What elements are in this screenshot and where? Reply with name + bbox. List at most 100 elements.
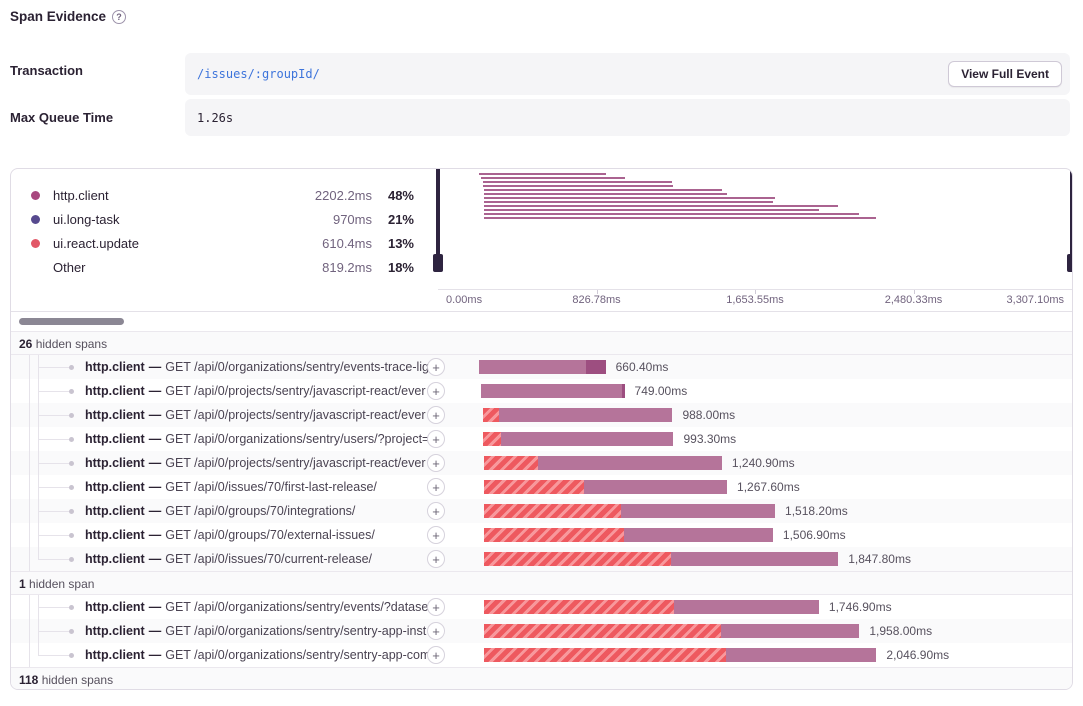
tree-branch-line [38,547,39,559]
page-title: Span Evidence ? [10,9,126,24]
legend-percentage: 18% [372,260,414,275]
tree-connector-line [38,559,69,560]
span-op-label: http.client [85,624,145,638]
tree-node-dot [69,389,74,394]
scrollbar-thumb[interactable] [19,318,124,325]
span-op-label: http.client [85,552,145,566]
span-title: http.client—GET /api/0/organizations/sen… [85,643,437,667]
hidden-spans-text: hidden span [26,577,95,591]
minimap-span-bar [484,205,838,207]
span-separator: — [149,360,162,374]
page-title-text: Span Evidence [10,9,106,24]
legend-label: Other [53,260,262,275]
span-bar-hatched-segment [484,504,621,518]
span-duration-bar [483,432,673,446]
span-separator: — [149,528,162,542]
span-duration-label: 1,847.80ms [848,547,911,571]
tree-node-dot [69,533,74,538]
tree-connector-line [38,631,69,632]
legend-item: http.client 2202.2ms 48% [31,183,414,207]
span-row: http.client—GET /api/0/projects/sentry/j… [11,451,1072,475]
span-timeline: 988.00ms [438,403,1072,427]
tree-node-dot [69,557,74,562]
chart-header: http.client 2202.2ms 48% ui.long-task 97… [11,169,1072,289]
span-row: http.client—GET /api/0/organizations/sen… [11,355,1072,379]
span-duration-bar [481,384,625,398]
help-icon[interactable]: ? [112,10,126,24]
span-op-label: http.client [85,648,145,662]
span-list: 26 hidden spans http.client—GET /api/0/o… [11,331,1072,690]
tree-connector-line [38,535,69,536]
tree-guide-line [29,403,30,427]
span-op-legend: http.client 2202.2ms 48% ui.long-task 97… [11,169,438,289]
view-full-event-button[interactable]: View Full Event [948,61,1062,87]
span-duration-label: 749.00ms [635,379,688,403]
tree-node-dot [69,653,74,658]
transaction-value-box: /issues/:groupId/ View Full Event [185,53,1070,95]
tree-node-dot [69,365,74,370]
span-separator: — [149,624,162,638]
legend-dot [31,215,40,224]
hidden-spans-row[interactable]: 118 hidden spans [11,667,1072,690]
span-timeline: 1,958.00ms [438,619,1072,643]
axis-tick-label: 826.78ms [572,294,620,306]
span-row: http.client—GET /api/0/organizations/sen… [11,595,1072,619]
span-bar-hatched-segment [484,480,584,494]
span-separator: — [149,384,162,398]
span-separator: — [149,552,162,566]
tree-connector-line [38,463,69,464]
span-title: http.client—GET /api/0/projects/sentry/j… [85,379,437,403]
tree-guide-line [29,451,30,475]
minimap-right-handle[interactable] [1070,169,1073,272]
span-separator: — [149,600,162,614]
legend-percentage: 13% [372,236,414,251]
span-timeline: 993.30ms [438,427,1072,451]
legend-label: http.client [53,188,262,203]
minimap-right-grip[interactable] [1067,254,1073,272]
tree-node-dot [69,413,74,418]
span-duration-label: 1,746.90ms [829,595,892,619]
timeline-axis: 0.00ms 826.78ms 1,653.55ms 2,480.33ms 3,… [438,289,1072,311]
span-title: http.client—GET /api/0/issues/70/current… [85,547,437,571]
minimap-span-bar [483,181,672,183]
transaction-label: Transaction [10,63,83,78]
span-bar-dark-end-segment [586,360,606,374]
legend-dot [31,191,40,200]
span-row: http.client—GET /api/0/issues/70/first-l… [11,475,1072,499]
span-bar-hatched-segment [484,624,721,638]
timeline-minimap[interactable] [438,169,1072,289]
span-duration-label: 1,518.20ms [785,499,848,523]
span-duration-bar [484,648,876,662]
max-queue-time-value: 1.26s [197,111,233,125]
hidden-spans-text: hidden spans [32,337,107,351]
span-row: http.client—GET /api/0/issues/70/current… [11,547,1072,571]
minimap-left-handle[interactable] [436,169,440,272]
legend-percentage: 48% [372,188,414,203]
tree-node-dot [69,605,74,610]
legend-label: ui.long-task [53,212,262,227]
minimap-span-bar [484,189,722,191]
span-op-label: http.client [85,384,145,398]
tree-guide-line [29,379,30,403]
hidden-spans-row[interactable]: 26 hidden spans [11,331,1072,355]
minimap-span-bar [484,193,727,195]
tree-connector-line [38,439,69,440]
minimap-span-bar [481,177,625,179]
span-duration-bar [484,504,775,518]
span-title: http.client—GET /api/0/organizations/sen… [85,355,437,379]
minimap-left-grip[interactable] [433,254,443,272]
span-bar-hatched-segment [484,552,671,566]
horizontal-scrollbar[interactable] [11,311,1072,331]
tree-connector-line [38,391,69,392]
max-queue-time-label: Max Queue Time [10,110,113,125]
tree-guide-line [29,355,30,379]
span-timeline: 1,267.60ms [438,475,1072,499]
span-duration-bar [484,624,859,638]
hidden-spans-row[interactable]: 1 hidden span [11,571,1072,595]
span-row: http.client—GET /api/0/groups/70/integra… [11,499,1072,523]
hidden-spans-text: hidden spans [38,673,113,687]
minimap-span-bar [484,213,859,215]
span-row: http.client—GET /api/0/groups/70/externa… [11,523,1072,547]
legend-value: 610.4ms [262,236,372,251]
axis-tick-label: 2,480.33ms [885,294,942,306]
